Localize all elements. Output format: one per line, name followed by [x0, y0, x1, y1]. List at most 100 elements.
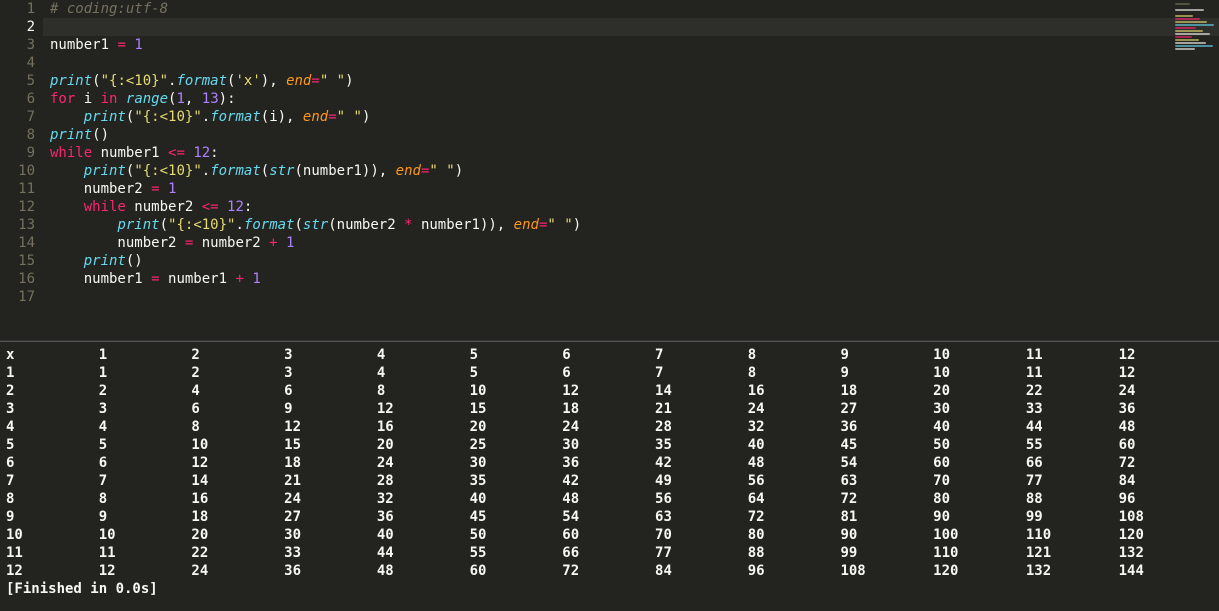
token: str — [269, 163, 294, 179]
code-line[interactable]: for i in range(1, 13): — [50, 90, 1219, 108]
minimap-line — [1175, 18, 1200, 20]
code-line[interactable] — [50, 288, 1219, 306]
line-number: 9 — [0, 144, 35, 162]
line-number: 14 — [0, 234, 35, 252]
token: str — [303, 217, 328, 233]
line-number: 1 — [0, 0, 35, 18]
output-line: 2 2 4 6 8 10 12 14 16 18 20 22 24 — [6, 382, 1211, 400]
minimap-line — [1175, 45, 1213, 47]
code-line[interactable]: number2 = 1 — [50, 180, 1219, 198]
token: , — [185, 91, 202, 107]
build-output-panel[interactable]: x 1 2 3 4 5 6 7 8 9 10 11 12 1 1 2 3 4 5 — [6, 346, 1211, 598]
token: number1 — [50, 271, 151, 287]
token: ): — [219, 91, 236, 107]
code-line[interactable]: print("{:<10}".format(i), end=" ") — [50, 108, 1219, 126]
token: number1 — [160, 271, 236, 287]
code-line[interactable] — [43, 18, 1219, 36]
output-line: 4 4 8 12 16 20 24 28 32 36 40 44 48 — [6, 418, 1211, 436]
line-number: 7 — [0, 108, 35, 126]
token: print — [84, 109, 126, 125]
line-number: 10 — [0, 162, 35, 180]
token: print — [84, 253, 126, 269]
token: = — [151, 181, 159, 197]
code-line[interactable] — [50, 54, 1219, 72]
token: " " — [320, 73, 345, 89]
output-line: 8 8 16 24 32 40 48 56 64 72 80 88 96 — [6, 490, 1211, 508]
line-number: 16 — [0, 270, 35, 288]
code-line[interactable]: number1 = number1 + 1 — [50, 270, 1219, 288]
token: ( — [294, 217, 302, 233]
line-number: 6 — [0, 90, 35, 108]
finished-text: [Finished in 0.0s] — [6, 580, 1211, 598]
line-number: 2 — [0, 18, 35, 36]
token — [50, 109, 84, 125]
code-line[interactable]: print("{:<10}".format('x'), end=" ") — [50, 72, 1219, 90]
token: while — [50, 145, 92, 161]
token — [117, 91, 125, 107]
token: ) — [455, 163, 463, 179]
minimap-line — [1175, 27, 1196, 29]
minimap-line — [1175, 24, 1214, 26]
token: 13 — [202, 91, 219, 107]
code-line[interactable]: # coding:utf-8 — [50, 0, 1219, 18]
token: ( — [92, 73, 100, 89]
line-number: 5 — [0, 72, 35, 90]
output-line: 7 7 14 21 28 35 42 49 56 63 70 77 84 — [6, 472, 1211, 490]
token: * — [404, 217, 412, 233]
output-line: 9 9 18 27 36 45 54 63 72 81 90 99 108 — [6, 508, 1211, 526]
code-line[interactable]: while number1 <= 12: — [50, 144, 1219, 162]
token: + — [235, 271, 243, 287]
token: ) — [362, 109, 370, 125]
token: . — [202, 109, 210, 125]
minimap-line — [1175, 51, 1202, 53]
token: "{:<10}" — [101, 73, 168, 89]
token: = — [117, 37, 125, 53]
code-line[interactable]: print() — [50, 252, 1219, 270]
token: print — [117, 217, 159, 233]
line-number: 17 — [0, 288, 35, 306]
code-line[interactable]: print("{:<10}".format(str(number1)), end… — [50, 162, 1219, 180]
token: i — [75, 91, 100, 107]
token: format — [210, 163, 261, 179]
token — [50, 199, 84, 215]
token: ), — [261, 73, 286, 89]
token: 12 — [227, 199, 244, 215]
panel-divider[interactable] — [0, 340, 1219, 342]
token: 1 — [168, 181, 176, 197]
line-number-gutter: 1234567891011121314151617 — [0, 0, 43, 306]
token: (number2 — [328, 217, 404, 233]
minimap-line — [1175, 15, 1193, 17]
code-line[interactable]: while number2 <= 12: — [50, 198, 1219, 216]
token: () — [126, 253, 143, 269]
token — [160, 181, 168, 197]
line-number: 3 — [0, 36, 35, 54]
token: while — [84, 199, 126, 215]
token — [50, 253, 84, 269]
token: <= — [202, 199, 219, 215]
token: print — [50, 127, 92, 143]
token: "{:<10}" — [134, 163, 201, 179]
code-line[interactable]: print() — [50, 126, 1219, 144]
minimap-line — [1175, 42, 1206, 44]
code-line[interactable]: number2 = number2 + 1 — [50, 234, 1219, 252]
minimap-line — [1175, 39, 1199, 41]
output-line: 5 5 10 15 20 25 30 35 40 45 50 55 60 — [6, 436, 1211, 454]
code-line[interactable]: print("{:<10}".format(str(number2 * numb… — [50, 216, 1219, 234]
token: end — [303, 109, 328, 125]
minimap[interactable] — [1175, 3, 1215, 53]
token — [219, 199, 227, 215]
output-line: 1 1 2 3 4 5 6 7 8 9 10 11 12 — [6, 364, 1211, 382]
token: number2 — [126, 199, 202, 215]
token: (number1)), — [295, 163, 396, 179]
code-line[interactable]: number1 = 1 — [50, 36, 1219, 54]
line-number: 8 — [0, 126, 35, 144]
line-number: 15 — [0, 252, 35, 270]
token: " " — [547, 217, 572, 233]
code-editor[interactable]: 1234567891011121314151617 # coding:utf-8… — [0, 0, 1219, 335]
token: end — [514, 217, 539, 233]
token: print — [84, 163, 126, 179]
token: = — [328, 109, 336, 125]
code-area[interactable]: # coding:utf-8number1 = 1print("{:<10}".… — [50, 0, 1219, 306]
token: in — [101, 91, 118, 107]
minimap-line — [1175, 12, 1211, 14]
